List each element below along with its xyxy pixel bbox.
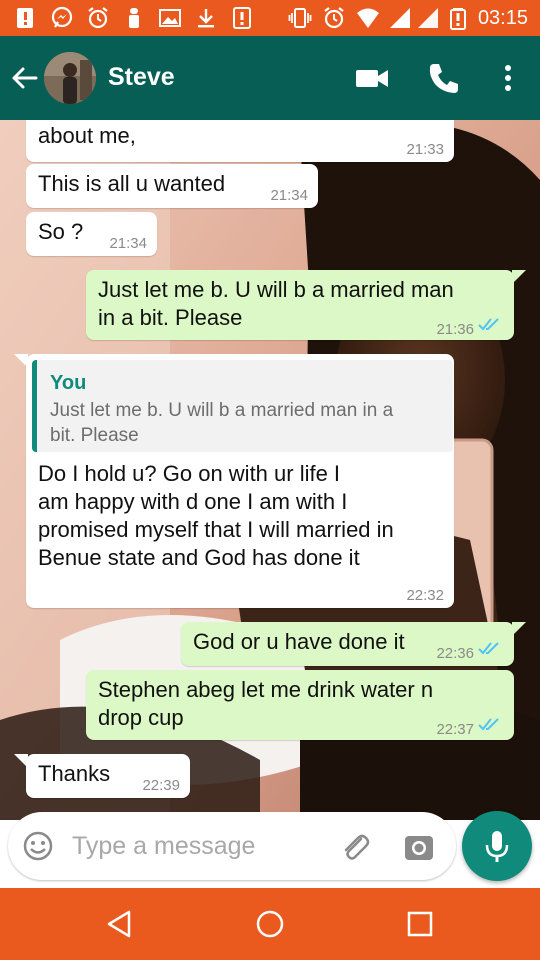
message-bubble-incoming[interactable]: You Just let me b. U will b a married ma… [26, 354, 454, 608]
back-triangle-icon[interactable] [102, 906, 138, 942]
back-arrow-icon[interactable] [8, 62, 40, 94]
quoted-author: You [50, 372, 87, 394]
message-bubble-outgoing[interactable]: Just let me b. U will b a married man in… [86, 270, 514, 340]
message-bubble-incoming[interactable]: This is all u wanted 21:34 [26, 164, 318, 208]
message-text: Stephen abeg let me drink water n [98, 677, 434, 702]
mic-button[interactable] [462, 811, 532, 881]
message-composer [8, 812, 456, 880]
read-receipt-icon [478, 718, 499, 731]
phone-call-icon[interactable] [424, 58, 464, 98]
message-bubble-incoming[interactable]: about me, 21:33 [26, 120, 454, 162]
wifi-icon [357, 8, 379, 28]
quoted-message[interactable]: You Just let me b. U will b a married ma… [32, 360, 453, 452]
chat-area[interactable]: about me, 21:33 This is all u wanted 21:… [0, 120, 540, 820]
message-text: God or u have done it [193, 629, 405, 654]
warning-icon [233, 7, 251, 29]
message-time: 22:32 [406, 587, 444, 604]
attach-icon[interactable] [338, 830, 372, 864]
message-input[interactable] [72, 828, 312, 864]
message-time: 22:37 [436, 721, 474, 738]
status-time: 03:15 [477, 7, 528, 29]
avatar[interactable] [44, 52, 96, 104]
quoted-text-line: Just let me b. U will b a married man in… [50, 400, 394, 421]
avatar-photo [44, 52, 96, 104]
camera-icon[interactable] [402, 830, 436, 864]
message-text: Do I hold u? Go on with ur life I [38, 461, 341, 486]
message-text: Thanks [38, 761, 111, 786]
download-icon [198, 9, 214, 28]
message-time: 22:39 [142, 777, 180, 794]
message-text: drop cup [98, 705, 184, 730]
message-text: This is all u wanted [38, 171, 226, 196]
message-text: am happy with d one I am with I [38, 489, 348, 514]
battery-low-icon [450, 8, 466, 30]
messenger-icon [51, 6, 73, 28]
read-receipt-icon [478, 642, 499, 655]
image-icon [159, 9, 181, 27]
vibrate-icon [288, 8, 312, 28]
bubble-tail [512, 270, 526, 284]
more-options-icon[interactable] [488, 58, 528, 98]
notification-icon [129, 8, 139, 28]
home-circle-icon[interactable] [252, 906, 288, 942]
quoted-text: Just let me b. U will b a married man in… [50, 398, 440, 448]
recents-square-icon[interactable] [402, 906, 438, 942]
alarm-icon [88, 7, 108, 29]
video-call-icon[interactable] [352, 58, 392, 98]
message-bubble-outgoing[interactable]: God or u have done it 22:36 [181, 622, 514, 666]
alert-icon [17, 8, 33, 28]
alarm-icon [324, 7, 344, 29]
message-time: 21:36 [436, 321, 474, 338]
status-bar: 03:15 [0, 0, 540, 36]
emoji-icon[interactable] [22, 830, 54, 862]
chat-header: Steve [0, 36, 540, 120]
message-time: 21:34 [270, 187, 308, 204]
bubble-tail [512, 622, 526, 636]
quoted-text-line: bit. Please [50, 425, 139, 446]
signal-icon [390, 8, 410, 28]
message-text: about me, [38, 123, 136, 148]
message-text: in a bit. Please [98, 305, 243, 330]
message-text: Benue state and God has done it [38, 545, 360, 570]
message-text: So ? [38, 219, 84, 244]
message-time: 21:33 [406, 141, 444, 158]
message-text: Just let me b. U will b a married man [98, 277, 454, 302]
message-bubble-incoming[interactable]: So ? 21:34 [26, 212, 157, 256]
message-bubble-outgoing[interactable]: Stephen abeg let me drink water n drop c… [86, 670, 514, 740]
signal-icon [418, 8, 438, 28]
message-time: 21:34 [109, 235, 147, 252]
message-text: promised myself that I will married in [38, 517, 394, 542]
navigation-bar [0, 888, 540, 960]
message-bubble-incoming[interactable]: Thanks 22:39 [26, 754, 190, 798]
read-receipt-icon [478, 318, 499, 331]
message-time: 22:36 [436, 645, 474, 662]
contact-name[interactable]: Steve [108, 60, 175, 94]
mic-icon [485, 831, 509, 862]
